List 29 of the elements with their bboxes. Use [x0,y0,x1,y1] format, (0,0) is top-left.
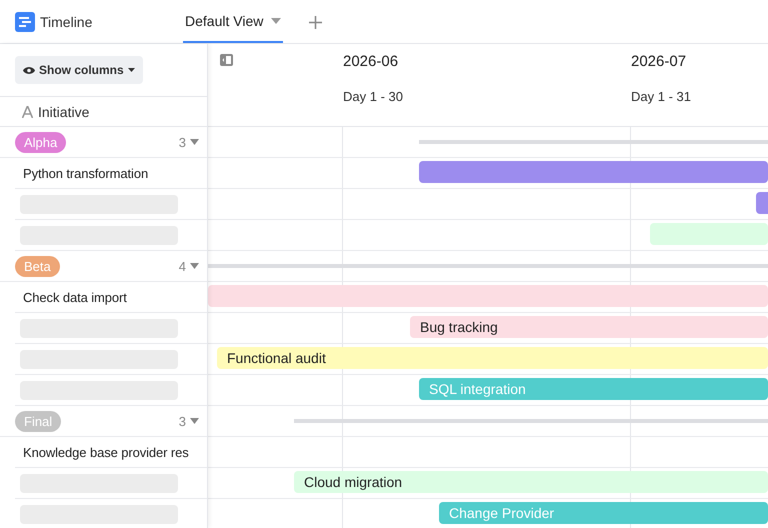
text-field-icon [22,106,33,118]
caret-icon [128,68,135,72]
app-title: Timeline [40,14,92,30]
group-tag: Alpha [15,132,66,152]
month-label: 2026-07 [631,53,688,72]
caret-icon [190,139,199,145]
timeline-bar[interactable]: Cloud migration [294,471,768,493]
month-label: 2026-06 [343,53,400,72]
day-range-label: Day 1 - 30 [343,89,404,104]
group-tag: Final [15,410,62,432]
timeline-logo-icon [15,12,35,32]
group-toggle[interactable]: 4 [178,258,199,274]
column-header: Initiative [38,104,90,120]
caret-icon [190,418,199,424]
plus-icon [309,16,322,28]
timeline-bar[interactable]: Functional audit [217,347,768,369]
day-range-label: Day 1 - 31 [631,89,692,104]
panel-toggle-icon[interactable] [220,54,233,66]
eye-icon [23,66,35,74]
show-columns-button[interactable]: Show columns [15,56,143,84]
initiative-title: Python transformation [23,166,148,180]
initiative-title: Check data import [23,290,127,304]
group-tag: Beta [15,256,60,276]
caret-icon [190,263,199,269]
group-toggle[interactable]: 3 [178,134,199,150]
timeline-bar[interactable]: Bug tracking [410,316,768,338]
group-toggle[interactable]: 3 [178,414,199,428]
caret-icon [271,18,282,24]
initiative-title: Knowledge base provider res [23,444,189,460]
